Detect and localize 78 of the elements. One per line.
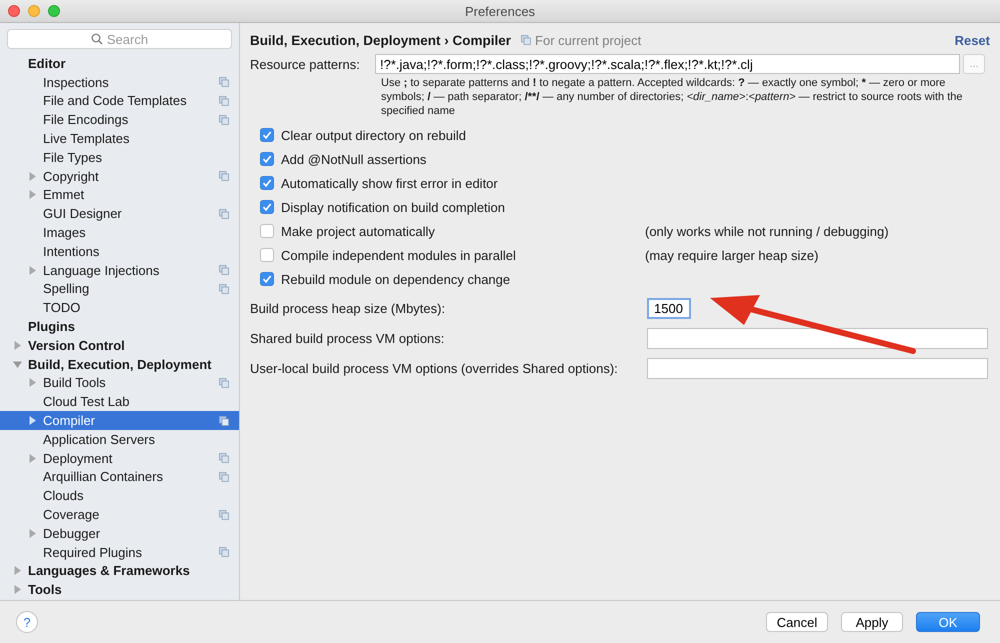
tree-item[interactable]: Emmet: [0, 186, 239, 204]
tree-item[interactable]: Compiler: [0, 411, 239, 430]
input-field[interactable]: [647, 328, 988, 348]
hint-text: Use ; to separate patterns and ! to negate a pattern. Accepted wildcards: ? — exactly one symbol; * — zero or more symbols; / — path separator; /**/ — any number of directories; <dir_name>:<pattern> — restrict to source roots with the specified name: [381, 76, 964, 118]
window-title: Preferences: [464, 4, 536, 18]
tree-item[interactable]: Coverage: [0, 505, 239, 524]
search-icon: [91, 33, 103, 45]
collapsed-arrow-icon[interactable]: [28, 454, 37, 463]
tree-item[interactable]: Live Templates: [0, 129, 239, 148]
reset-link[interactable]: Reset: [954, 32, 990, 48]
checkbox[interactable]: [260, 248, 274, 262]
tree-item[interactable]: Images: [0, 223, 239, 242]
note-text: (may require larger heap size): [645, 248, 818, 262]
checkbox[interactable]: [260, 152, 274, 166]
tree-item[interactable]: Language Injections: [0, 260, 239, 280]
tree-item[interactable]: Tools: [0, 580, 239, 600]
tree-item[interactable]: Languages & Frameworks: [0, 562, 239, 580]
tree-item[interactable]: Deployment: [0, 448, 239, 468]
dialog-button[interactable]: Cancel: [766, 612, 828, 632]
tree-item[interactable]: Build Tools: [0, 374, 239, 392]
checkbox-label[interactable]: Display notification on build completion: [281, 200, 506, 214]
collapsed-arrow-icon[interactable]: [13, 566, 22, 576]
tree-item[interactable]: Plugins: [0, 317, 239, 336]
tree-item[interactable]: Editor: [0, 54, 239, 73]
tree-item[interactable]: File and Code Templates: [0, 92, 239, 110]
checkbox-label[interactable]: Add @NotNull assertions: [281, 152, 426, 166]
note-text: (only works while not running / debugging): [645, 224, 889, 238]
breadcrumb: Build, Execution, Deployment › Compiler: [250, 32, 512, 48]
tree-item[interactable]: Debugger: [0, 524, 239, 543]
checkbox[interactable]: [260, 176, 274, 190]
tree-item[interactable]: Required Plugins: [0, 542, 239, 562]
input-field[interactable]: [647, 358, 988, 378]
checkbox-label[interactable]: Rebuild module on dependency change: [281, 272, 510, 286]
checkbox[interactable]: [260, 200, 274, 214]
checkbox[interactable]: [260, 272, 274, 286]
collapsed-arrow-icon[interactable]: [13, 340, 22, 350]
collapsed-arrow-icon[interactable]: [28, 190, 37, 200]
checkbox-label[interactable]: Make project automatically: [281, 224, 435, 238]
checkbox[interactable]: [260, 224, 274, 238]
dialog-button[interactable]: Apply: [841, 612, 903, 632]
tree-item[interactable]: GUI Designer: [0, 204, 239, 224]
zoom-button[interactable]: [48, 5, 60, 17]
tree-item[interactable]: TODO: [0, 298, 239, 318]
tree-item[interactable]: Copyright: [0, 166, 239, 186]
help-button[interactable]: ?: [16, 611, 38, 633]
collapsed-arrow-icon[interactable]: [28, 416, 37, 426]
tree-item[interactable]: Build, Execution, Deployment: [0, 354, 239, 374]
scope-label: For current project: [535, 32, 642, 48]
tree-item[interactable]: File Encodings: [0, 110, 239, 130]
tree-item[interactable]: File Types: [0, 148, 239, 167]
minimize-button[interactable]: [28, 5, 40, 17]
search-field[interactable]: Search: [7, 29, 232, 49]
checkbox[interactable]: [260, 128, 274, 142]
field-label: Shared build process VM options:: [250, 330, 446, 346]
field-label: Resource patterns:: [250, 56, 361, 72]
field-label: User-local build process VM options (overrides Shared options):: [250, 360, 619, 376]
copy-icon: [521, 35, 532, 45]
tree-item[interactable]: Intentions: [0, 242, 239, 261]
collapsed-arrow-icon[interactable]: [28, 172, 37, 181]
tree-item[interactable]: Arquillian Containers: [0, 468, 239, 486]
tree-item[interactable]: Inspections: [0, 72, 239, 92]
collapsed-arrow-icon[interactable]: [28, 266, 37, 275]
collapsed-arrow-icon[interactable]: [28, 528, 37, 538]
input-field[interactable]: 1500: [647, 298, 691, 318]
tree-item[interactable]: Clouds: [0, 486, 239, 506]
collapsed-arrow-icon[interactable]: [28, 378, 37, 388]
checkbox-label[interactable]: Automatically show first error in editor: [281, 176, 498, 190]
tree-item[interactable]: Cloud Test Lab: [0, 392, 239, 412]
collapsed-arrow-icon[interactable]: [13, 585, 22, 594]
checkbox-label[interactable]: Compile independent modules in parallel: [281, 248, 516, 262]
tree-item[interactable]: Version Control: [0, 336, 239, 355]
close-button[interactable]: [8, 5, 20, 17]
field-label: Build process heap size (Mbytes):: [250, 300, 446, 316]
tree-item[interactable]: Spelling: [0, 280, 239, 298]
tree-item[interactable]: Application Servers: [0, 430, 239, 449]
resource-patterns-field[interactable]: !?*.java;!?*.form;!?*.class;!?*.groovy;!?*.scala;!?*.flex;!?*.kt;!?*.clj: [375, 54, 960, 74]
expanded-arrow-icon[interactable]: [13, 360, 22, 369]
checkbox-label[interactable]: Clear output directory on rebuild: [281, 128, 466, 142]
